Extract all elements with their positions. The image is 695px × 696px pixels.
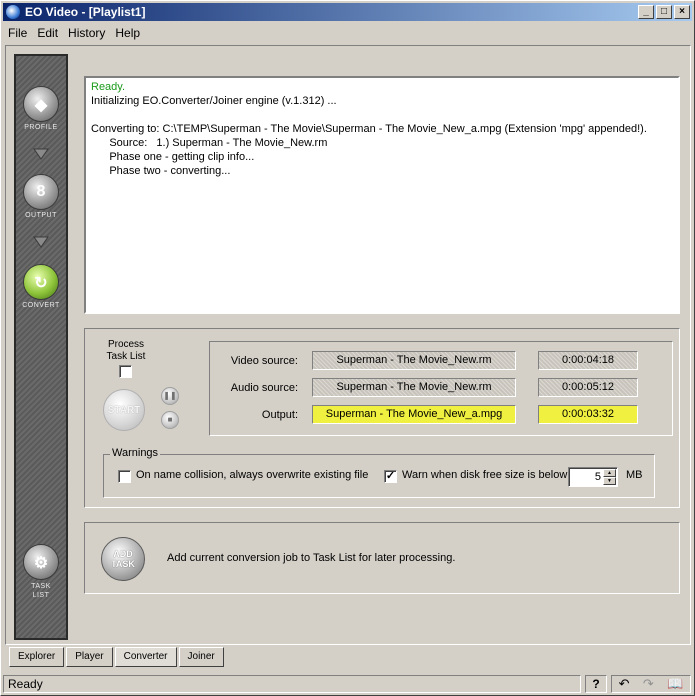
sidebar-label-convert: CONVERT [22,302,60,309]
menu-bar: File Edit History Help [3,23,692,43]
tab-explorer[interactable]: Explorer [9,647,65,667]
log-line: Initializing EO.Converter/Joiner engine … [91,95,337,107]
add-task-description: Add current conversion job to Task List … [167,552,456,564]
process-task-list-checkbox[interactable] [119,365,132,378]
conversion-panel: Process Task List START ❚❚ ■ Video sourc… [84,328,680,508]
sidebar-item-profile[interactable]: ◆ PROFILE [16,86,66,131]
sidebar: ◆ PROFILE 8 OUTPUT ↻ CONVERT ⚙ TASK LIST [14,54,68,640]
check-icon: ✓ [385,470,396,482]
sidebar-label-output: OUTPUT [25,212,57,219]
menu-edit[interactable]: Edit [32,26,63,40]
video-duration-field: 0:00:04:18 [538,351,638,370]
add-task-line2: TASK [111,559,135,569]
spinner-down-icon[interactable]: ▼ [603,477,616,485]
title-bar[interactable]: EO Video - [Playlist1] _ □ × [3,3,692,21]
start-button[interactable]: START [103,389,145,431]
log-line: Phase one - getting clip info... [91,151,255,163]
book-icon[interactable]: 📖 [667,676,683,692]
status-bar: Ready ? ↶ ↷ 📖 [3,673,692,695]
audio-duration-field: 0:00:05:12 [538,378,638,397]
menu-history[interactable]: History [63,26,110,40]
app-window: EO Video - [Playlist1] _ □ × File Edit H… [0,0,695,696]
app-icon [6,5,20,19]
close-button[interactable]: × [674,5,690,19]
window-title: EO Video - [Playlist1] [25,5,146,19]
log-line: Converting to: C:\TEMP\Superman - The Mo… [91,123,647,135]
video-source-field: Superman - The Movie_New.rm [312,351,516,370]
warnings-group: Warnings On name collision, always overw… [103,447,655,498]
output-duration-field: 0:00:03:32 [538,405,638,424]
arrow-down-icon [33,148,49,160]
spinner-buttons: ▲ ▼ [603,469,616,485]
diskfree-value: 5 [594,471,601,483]
pause-icon: ❚❚ [163,391,177,400]
stop-icon: ■ [167,415,173,424]
tab-player[interactable]: Player [66,647,113,667]
diskfree-unit: MB [626,469,643,481]
profile-icon: ◆ [23,86,59,122]
stop-button[interactable]: ■ [161,411,179,429]
conversion-log[interactable]: Ready. Initializing EO.Converter/Joiner … [84,76,680,314]
maximize-button[interactable]: □ [656,5,672,19]
bottom-tabs: Explorer Player Converter Joiner [9,647,226,667]
undo-icon[interactable]: ↶ [619,676,630,692]
main-content: ◆ PROFILE 8 OUTPUT ↻ CONVERT ⚙ TASK LIST… [5,45,691,645]
convert-icon: ↻ [23,264,59,300]
overwrite-checkbox[interactable] [118,470,131,483]
status-icons: ↶ ↷ 📖 [611,675,691,693]
menu-file[interactable]: File [3,26,32,40]
sidebar-label-profile: PROFILE [24,124,58,131]
spinner-up-icon[interactable]: ▲ [603,469,616,477]
tab-joiner[interactable]: Joiner [178,647,224,667]
output-field: Superman - The Movie_New_a.mpg [312,405,516,424]
minimize-button[interactable]: _ [638,5,654,19]
overwrite-label: On name collision, always overwrite exis… [136,469,369,481]
process-label-line1: Process [107,339,145,350]
output-icon: 8 [23,174,59,210]
sidebar-item-task-list[interactable]: ⚙ TASK LIST [16,544,66,600]
audio-source-label: Audio source: [230,382,298,394]
add-task-button[interactable]: ADD TASK [101,537,145,581]
redo-icon[interactable]: ↷ [643,676,654,692]
sources-group: Video source: Superman - The Movie_New.r… [209,341,673,436]
sidebar-label-task-list: TASK LIST [31,583,51,599]
process-task-list-label: Process Task List [93,339,159,363]
video-source-label: Video source: [230,355,298,367]
tab-converter[interactable]: Converter [114,647,177,667]
sidebar-item-output[interactable]: 8 OUTPUT [16,174,66,219]
process-label-line2: Task List [106,351,146,362]
log-line: Phase two - converting... [91,165,231,177]
warnings-legend: Warnings [110,447,161,459]
add-task-line1: ADD [113,549,133,559]
log-line: Source: 1.) Superman - The Movie_New.rm [91,137,328,149]
sidebar-item-convert[interactable]: ↻ CONVERT [16,264,66,309]
diskfree-checkbox[interactable]: ✓ [384,470,397,483]
pause-button[interactable]: ❚❚ [161,387,179,405]
audio-source-field: Superman - The Movie_New.rm [312,378,516,397]
window-controls: _ □ × [636,5,690,19]
arrow-down-icon [33,236,49,248]
help-button[interactable]: ? [585,675,607,693]
log-line: Ready. [91,81,126,93]
diskfree-label: Warn when disk free size is below [402,469,568,481]
diskfree-spinner[interactable]: 5 ▲ ▼ [568,467,618,487]
menu-help[interactable]: Help [110,26,145,40]
task-list-icon: ⚙ [23,544,59,580]
status-text: Ready [3,675,581,693]
output-label: Output: [261,409,298,421]
add-task-panel: ADD TASK Add current conversion job to T… [84,522,680,594]
